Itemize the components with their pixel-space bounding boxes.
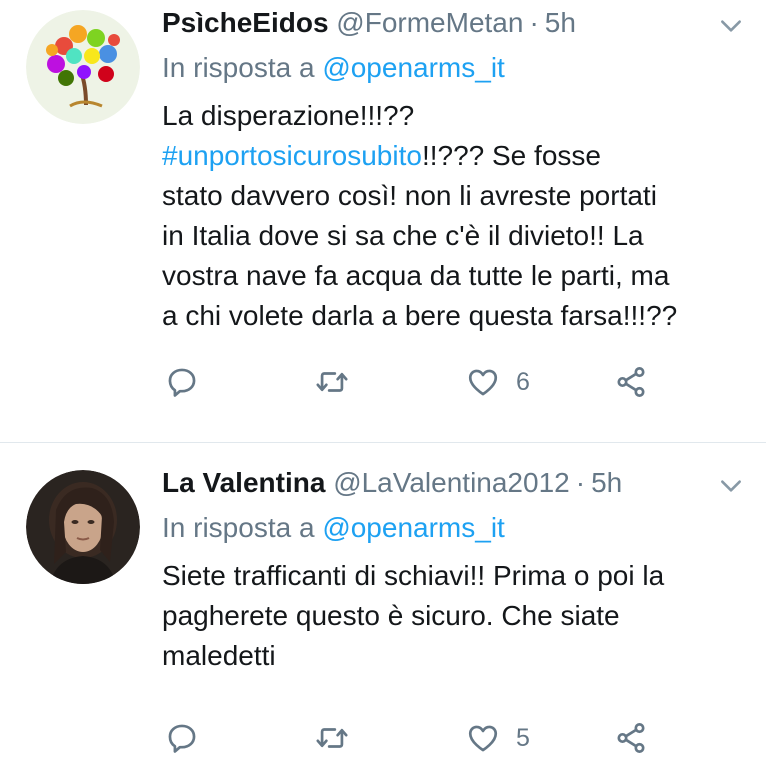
like-count: 6 [516, 367, 530, 396]
share-nodes-icon [617, 723, 645, 753]
like-count: 5 [516, 723, 530, 752]
tweet[interactable]: La Valentina @LaValentina2012 · 5h In risp… [0, 443, 766, 772]
reply-context: In risposta a @openarms_it [162, 508, 505, 548]
share-nodes-icon [617, 367, 645, 397]
speech-bubble-icon [168, 724, 196, 753]
avatar[interactable] [26, 10, 140, 124]
tweet-text: La disperazione!!!?? #unportosicurosubit… [162, 96, 746, 336]
reply-button[interactable] [165, 718, 199, 758]
retweet-arrows-icon [316, 372, 348, 392]
tweet-actions: 6 [0, 362, 766, 402]
tweet-actions: 5 [0, 718, 766, 758]
tweet-text-line: #unportosicurosubito!!??? Se fosse [162, 136, 746, 176]
retweet-button[interactable] [315, 718, 349, 758]
timestamp[interactable]: 5h [591, 467, 622, 498]
mention-link[interactable]: @openarms_it [322, 512, 505, 543]
tweet-text-line: in Italia dove si sa che c'è il divieto!… [162, 220, 644, 251]
tweet-text-line: pagherete questo è sicuro. Che siate [162, 600, 620, 631]
reply-context: In risposta a @openarms_it [162, 48, 505, 88]
timestamp[interactable]: 5h [545, 7, 576, 38]
tweet[interactable]: PsìcheEidos @FormeMetan · 5h In risposta a… [0, 0, 766, 442]
reply-button[interactable] [165, 362, 199, 402]
mention-link[interactable]: @openarms_it [322, 52, 505, 83]
tweet-header: La Valentina @LaValentina2012 · 5h [162, 463, 726, 503]
tweet-text-line: vostra nave fa acqua da tutte le parti, … [162, 260, 670, 291]
retweet-button[interactable] [315, 362, 349, 402]
chevron-down-icon[interactable] [718, 473, 744, 499]
author-handle[interactable]: @LaValentina2012 [333, 467, 570, 498]
heart-icon [468, 725, 498, 752]
chevron-down-icon[interactable] [718, 13, 744, 39]
separator-dot: · [529, 7, 539, 38]
author-name[interactable]: La Valentina [162, 467, 325, 498]
avatar[interactable] [26, 470, 140, 584]
hashtag-link[interactable]: #unportosicurosubito [162, 140, 422, 171]
author-name[interactable]: PsìcheEidos [162, 7, 329, 38]
tweet-text-line: La disperazione!!!?? [162, 100, 415, 131]
colorful-tree-face-avatar-icon [26, 10, 140, 124]
share-button[interactable] [614, 362, 648, 402]
tweet-text-line: Siete trafficanti di schiavi!! Prima o p… [162, 560, 665, 591]
tweet-text-fragment: !!??? Se fosse [421, 140, 601, 171]
tweet-header: PsìcheEidos @FormeMetan · 5h [162, 3, 726, 43]
retweet-arrows-icon [316, 728, 348, 748]
author-handle[interactable]: @FormeMetan [336, 7, 523, 38]
heart-icon [468, 369, 498, 396]
woman-portrait-avatar-icon [26, 470, 140, 584]
tweet-text: Siete trafficanti di schiavi!! Prima o p… [162, 556, 746, 676]
tweet-text-line: stato davvero così! non li avreste porta… [162, 180, 657, 211]
tweet-text-line: a chi volete darla a bere questa farsa!!… [162, 300, 678, 331]
reply-prefix: In risposta a [162, 512, 315, 543]
reply-prefix: In risposta a [162, 52, 315, 83]
speech-bubble-icon [168, 368, 196, 397]
like-button[interactable]: 6 [466, 362, 530, 402]
share-button[interactable] [614, 718, 648, 758]
separator-dot: · [575, 467, 586, 498]
tweet-text-line: maledetti [162, 640, 276, 671]
like-button[interactable]: 5 [466, 718, 530, 758]
